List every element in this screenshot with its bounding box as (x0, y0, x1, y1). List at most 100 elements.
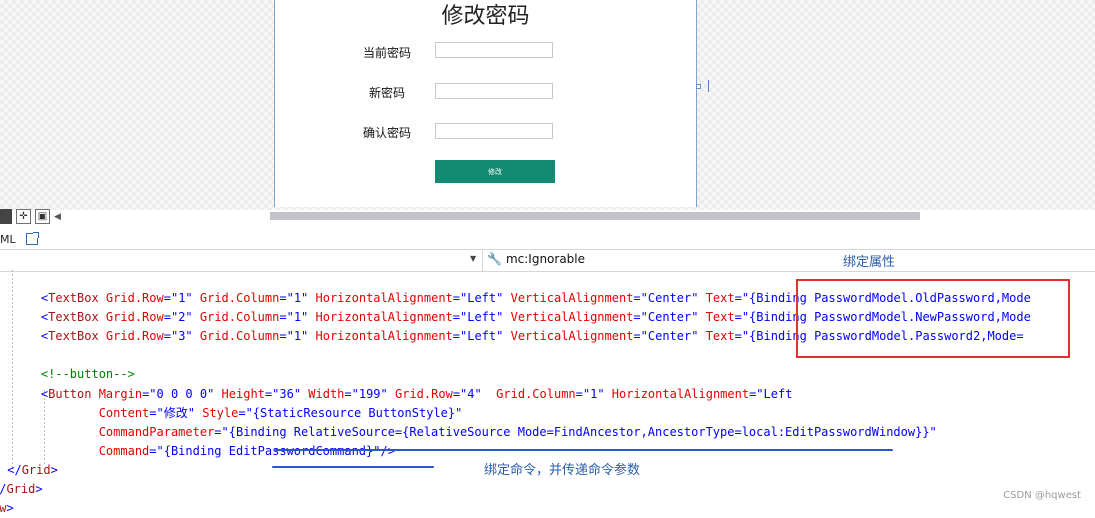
code-token: Left (467, 310, 497, 324)
code-line[interactable]: CommandParameter="{Binding RelativeSourc… (12, 423, 937, 442)
code-token: Center (647, 329, 692, 343)
code-token: =" (452, 291, 468, 305)
code-token: =" (163, 291, 179, 305)
code-line[interactable]: </Grid> (0, 461, 58, 480)
code-token: " (185, 291, 193, 305)
code-token: =" (633, 329, 648, 343)
code-line[interactable]: Command="{Binding EditPasswordCommand}"/… (12, 442, 395, 461)
code-token: =" (452, 329, 468, 343)
code-token: {StaticResource ButtonStyle} (252, 406, 456, 420)
code-token: Grid.Column (192, 310, 280, 324)
code-token: Grid.Row (98, 329, 164, 343)
code-token: > (50, 463, 58, 477)
code-line[interactable]: <!--button--> (12, 365, 135, 384)
code-token: HorizontalAlignment (308, 329, 453, 343)
code-token: Grid.Column (192, 291, 280, 305)
code-token: Text (698, 310, 735, 324)
code-token: VerticalAlignment (503, 291, 634, 305)
element-dropdown[interactable]: ▼ (0, 250, 483, 271)
bind-command-note: 绑定命令，并传递命令参数 (484, 463, 641, 478)
code-token: 36 (279, 387, 294, 401)
current-password-label: 当前密码 (362, 46, 411, 60)
code-token: =" (279, 310, 294, 324)
grid-icon[interactable] (0, 209, 12, 224)
new-password-input[interactable] (435, 83, 553, 99)
code-token: =" (279, 291, 294, 305)
code-token: Width (301, 387, 345, 401)
snap-icon[interactable]: ✛ (16, 209, 31, 224)
code-token: CommandParameter (12, 425, 215, 439)
code-token: Text (698, 329, 735, 343)
code-token: " (185, 310, 193, 324)
code-token: TextBox (48, 329, 99, 343)
code-token: =" (633, 291, 648, 305)
code-token: TextBox (48, 291, 99, 305)
designer-horizontal-scrollbar[interactable] (270, 212, 920, 220)
code-token: Center (647, 310, 692, 324)
code-token: VerticalAlignment (503, 329, 634, 343)
code-line[interactable]: </Grid> (0, 480, 43, 499)
code-token: " (293, 387, 302, 401)
code-line[interactable]: ow> (0, 499, 14, 518)
wrench-icon: 🔧 (487, 252, 502, 266)
code-token: {Binding EditPasswordCommand} (163, 444, 374, 458)
popout-icon[interactable] (25, 232, 39, 245)
code-token: HorizontalAlignment (308, 291, 453, 305)
code-token: Margin (91, 387, 143, 401)
code-token: Style (194, 406, 239, 420)
resize-handle[interactable] (696, 84, 701, 89)
code-token: 199 (358, 387, 381, 401)
code-token: =" (264, 387, 280, 401)
code-token: VerticalAlignment (503, 310, 634, 324)
member-dropdown[interactable]: 🔧 mc:Ignorable (487, 252, 585, 266)
command-parameter-underline (275, 449, 893, 451)
code-token: =" (344, 387, 359, 401)
edit-submit-button[interactable]: 修改 (435, 160, 555, 183)
code-token: =" (452, 310, 468, 324)
window-preview[interactable]: 修改密码 当前密码 新密码 确认密码 修改 (274, 0, 697, 207)
code-token: {Binding RelativeSource={RelativeSource … (228, 425, 930, 439)
code-token: " (187, 406, 195, 420)
scroll-left-icon[interactable]: ◀ (54, 212, 61, 222)
designer-toolbar: ✛ ▣ ◀ (0, 208, 61, 225)
code-token: Command (12, 444, 150, 458)
code-token: Left (467, 291, 497, 305)
code-token: 0 0 0 0 (156, 387, 208, 401)
chevron-down-icon[interactable]: ▼ (470, 254, 476, 263)
code-token: =" (452, 387, 468, 401)
code-token: =" (238, 406, 253, 420)
window-title: 修改密码 (441, 4, 530, 29)
confirm-password-input[interactable] (435, 123, 553, 139)
code-line[interactable]: <Button Margin="0 0 0 0" Height="36" Wid… (12, 385, 793, 404)
code-token: =" (149, 444, 164, 458)
code-token: < (12, 387, 49, 401)
code-line[interactable]: Content="修改" Style="{StaticResource Butt… (12, 404, 463, 423)
code-token: HorizontalAlignment (308, 310, 453, 324)
command-underline (272, 466, 434, 468)
current-password-input[interactable] (435, 42, 553, 58)
navigation-bar: ▼ 🔧 mc:Ignorable 绑定属性 (0, 249, 1095, 272)
code-token: 4 (467, 387, 475, 401)
code-token: Grid.Row (98, 291, 164, 305)
xaml-tab[interactable]: ML (0, 233, 16, 246)
code-token: =" (575, 387, 591, 401)
code-token: HorizontalAlignment (604, 387, 750, 401)
code-token: =" (279, 329, 294, 343)
code-token: 1 (293, 310, 302, 324)
code-token: > (35, 482, 43, 496)
code-token: " (929, 425, 937, 439)
code-token: =" (149, 406, 164, 420)
code-token: " (455, 406, 463, 420)
code-token: Button (48, 387, 92, 401)
code-token: " (597, 387, 605, 401)
bind-property-note: 绑定属性 (843, 255, 896, 270)
code-token: > (6, 501, 14, 515)
view-tab-row: ML (0, 229, 39, 249)
code-token: =" (734, 291, 750, 305)
code-token: Grid (6, 482, 36, 496)
code-token: "/> (373, 444, 395, 458)
code-token: Grid.Column (488, 387, 576, 401)
layout-icon[interactable]: ▣ (35, 209, 50, 224)
designer-surface[interactable]: 修改密码 当前密码 新密码 确认密码 修改 (0, 0, 1095, 210)
member-label: mc:Ignorable (505, 252, 586, 266)
